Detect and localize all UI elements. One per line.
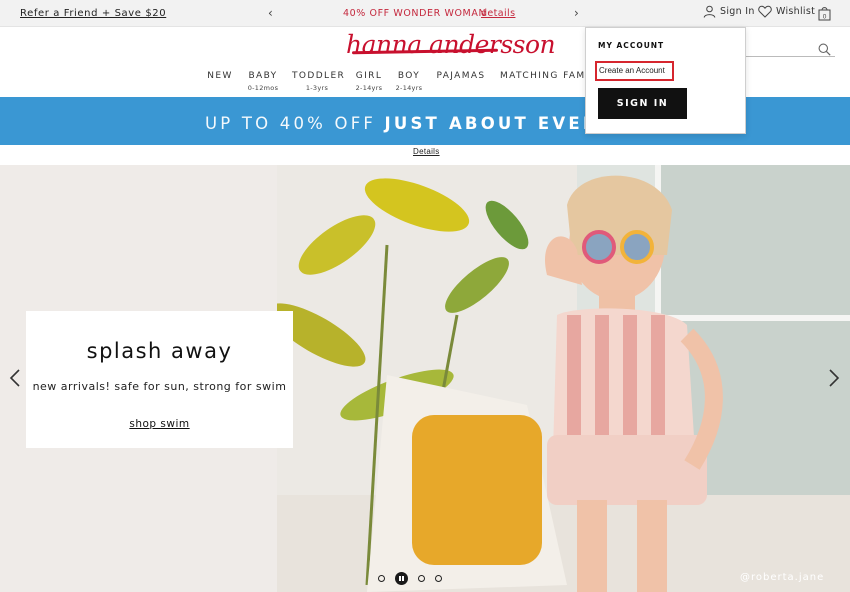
hero-card: splash away new arrivals! safe for sun, … bbox=[26, 311, 293, 448]
sale-banner-light: UP TO 40% OFF bbox=[205, 114, 377, 133]
hero-title: splash away bbox=[86, 339, 233, 363]
carousel-dot[interactable] bbox=[435, 575, 442, 582]
nav-item-label: BOY bbox=[397, 71, 421, 81]
banner-details-link[interactable]: Details bbox=[413, 147, 440, 156]
nav-item-age: 1-3yrs bbox=[305, 84, 329, 92]
carousel-dot[interactable] bbox=[418, 575, 425, 582]
nav-item-label: TODDLER bbox=[292, 71, 346, 81]
chevron-left-icon[interactable]: ‹ bbox=[268, 6, 273, 20]
account-menu-title: MY ACCOUNT bbox=[598, 41, 665, 50]
carousel-dot[interactable] bbox=[378, 575, 385, 582]
search-icon[interactable] bbox=[818, 43, 831, 56]
sign-in-link[interactable]: Sign In bbox=[703, 5, 755, 18]
promo-text: 40% OFF WONDER WOMAN bbox=[343, 8, 487, 19]
carousel-indicators bbox=[378, 572, 442, 585]
chevron-right-icon[interactable]: › bbox=[574, 6, 579, 20]
nav-item-girl[interactable]: GIRL 2-14yrs bbox=[354, 71, 384, 93]
sale-banner-text: UP TO 40% OFF JUST ABOUT EVERYT bbox=[205, 114, 627, 133]
nav-item-label: BABY bbox=[248, 71, 278, 81]
wishlist-link[interactable]: Wishlist bbox=[758, 5, 815, 18]
heart-icon bbox=[758, 5, 772, 18]
pause-icon[interactable] bbox=[395, 572, 408, 585]
sign-in-label: Sign In bbox=[720, 6, 755, 17]
user-icon bbox=[703, 5, 716, 18]
nav-item-matching-family[interactable]: MATCHING FAM bbox=[500, 71, 586, 93]
search-input[interactable] bbox=[745, 56, 835, 57]
wishlist-label: Wishlist bbox=[776, 6, 816, 17]
nav-item-label: PAJAMAS bbox=[436, 71, 486, 81]
carousel-prev-icon[interactable] bbox=[9, 368, 21, 388]
sign-in-button[interactable]: SIGN IN bbox=[598, 88, 687, 119]
nav-item-label: NEW bbox=[207, 71, 233, 81]
nav-item-boy[interactable]: BOY 2-14yrs bbox=[393, 71, 425, 93]
hero-image bbox=[277, 165, 850, 592]
carousel-next-icon[interactable] bbox=[828, 368, 840, 388]
create-account-link[interactable]: Create an Account bbox=[595, 61, 674, 81]
account-dropdown: MY ACCOUNT Create an Account SIGN IN bbox=[585, 27, 746, 134]
promo-bar: Refer a Friend + Save $20 ‹ 40% OFF WOND… bbox=[0, 0, 850, 27]
promo-details-link[interactable]: details bbox=[481, 8, 515, 19]
nav-item-age: 2-14yrs bbox=[395, 84, 423, 92]
nav-item-toddler[interactable]: TODDLER 1-3yrs bbox=[292, 71, 346, 93]
bag-count: 0 bbox=[823, 14, 827, 21]
refer-friend-link[interactable]: Refer a Friend + Save $20 bbox=[20, 8, 166, 19]
hero-photo-illustration bbox=[277, 165, 850, 592]
shopping-bag-icon: 0 bbox=[818, 7, 831, 21]
shop-swim-link[interactable]: shop swim bbox=[26, 418, 293, 430]
nav-item-age: 2-14yrs bbox=[355, 84, 383, 92]
nav-item-new[interactable]: NEW bbox=[205, 71, 235, 93]
photo-credit: @roberta.jane bbox=[740, 572, 825, 583]
nav-item-age: 0-12mos bbox=[247, 84, 279, 92]
nav-item-baby[interactable]: BABY 0-12mos bbox=[247, 71, 279, 93]
hero-subtitle: new arrivals! safe for sun, strong for s… bbox=[32, 380, 287, 393]
nav-item-pajamas[interactable]: PAJAMAS bbox=[434, 71, 488, 93]
brand-logo[interactable]: hanna andersson bbox=[346, 30, 556, 59]
shopping-bag-button[interactable]: 0 bbox=[818, 6, 831, 25]
nav-item-label: MATCHING FAM bbox=[500, 71, 586, 81]
nav-item-label: GIRL bbox=[355, 71, 383, 81]
